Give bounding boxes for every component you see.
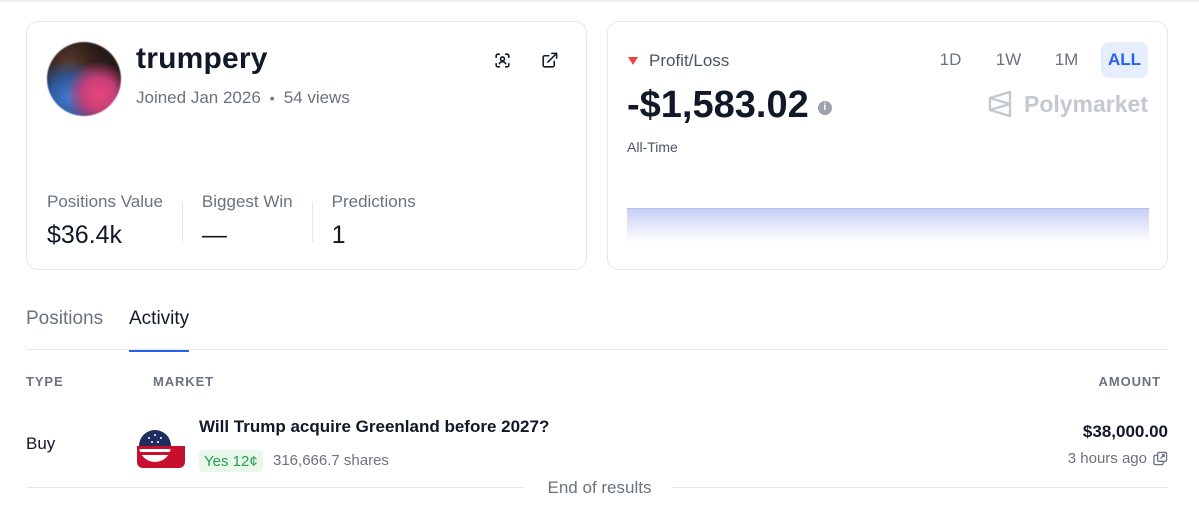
share-count: 316,666.7 shares: [273, 452, 389, 469]
pnl-header: Profit/Loss: [628, 51, 729, 71]
pnl-label: Profit/Loss: [649, 51, 730, 70]
stat-divider: [181, 202, 183, 242]
activity-time: 3 hours ago: [1068, 450, 1168, 467]
range-1m[interactable]: 1M: [1043, 42, 1090, 78]
stat-label: Biggest Win: [201, 192, 293, 211]
username: trumpery: [136, 42, 268, 75]
outcome-badge: Yes 12¢: [199, 450, 263, 472]
column-header-amount: AMOUNT: [1098, 374, 1161, 389]
pnl-amount: -$1,583.02: [627, 84, 809, 126]
pnl-chart-area: [627, 208, 1149, 242]
stat-value: $36.4k: [47, 221, 123, 249]
polymarket-logo-icon: [988, 90, 1012, 118]
profile-stats: Positions Value $36.4k Biggest Win — Pre…: [47, 192, 416, 250]
avatar[interactable]: [47, 42, 121, 116]
activity-amount: $38,000.00: [1082, 422, 1168, 441]
separator-dot: •: [269, 90, 275, 106]
tab-activity-label: Activity: [129, 308, 190, 329]
range-all[interactable]: ALL: [1101, 42, 1148, 78]
stat-label: Positions Value: [47, 192, 163, 211]
info-icon[interactable]: i: [817, 100, 832, 115]
activity-time-label: 3 hours ago: [1067, 450, 1147, 467]
stat-predictions: Predictions 1: [332, 192, 416, 250]
loss-triangle-icon: [628, 57, 638, 65]
scan-icon[interactable]: [490, 48, 514, 72]
column-header-market: MARKET: [153, 374, 215, 389]
stat-divider: [311, 202, 313, 242]
end-of-results: End of results: [0, 478, 1199, 498]
external-link-icon[interactable]: [537, 48, 561, 72]
profile-card: trumpery Joined Jan 2026 • 54 views Posi…: [26, 21, 587, 270]
joined-date: Joined Jan 2026: [136, 88, 261, 107]
pnl-period: All-Time: [627, 139, 678, 155]
polymarket-logo: Polymarket: [987, 90, 1148, 118]
column-header-type: TYPE: [26, 374, 64, 389]
view-count: 54 views: [283, 88, 350, 107]
tab-activity[interactable]: Activity: [129, 308, 190, 352]
stat-value: 1: [331, 221, 346, 249]
activity-type: Buy: [26, 434, 56, 453]
end-of-results-label: End of results: [530, 478, 669, 497]
stat-value: —: [201, 221, 227, 249]
tab-positions[interactable]: Positions: [26, 308, 103, 350]
profit-loss-card: Profit/Loss 1D 1W 1M ALL -$1,583.02 i Al…: [607, 21, 1168, 270]
pnl-value: -$1,583.02 i: [627, 84, 832, 127]
tab-bar: Positions Activity: [26, 308, 1168, 352]
market-thumbnail: [137, 424, 185, 468]
profile-meta: Joined Jan 2026 • 54 views: [136, 88, 350, 108]
stat-biggest-win: Biggest Win —: [202, 192, 293, 250]
greenland-market-image[interactable]: [137, 424, 185, 468]
stat-positions-value: Positions Value $36.4k: [47, 192, 163, 250]
range-selector: 1D 1W 1M ALL: [916, 42, 1148, 78]
range-1w[interactable]: 1W: [985, 42, 1032, 78]
stat-label: Predictions: [331, 192, 416, 211]
open-transaction-icon[interactable]: [1153, 451, 1168, 466]
brand-name: Polymarket: [1023, 90, 1148, 117]
active-tab-indicator: [129, 350, 190, 352]
top-divider: [0, 0, 1199, 2]
market-title[interactable]: Will Trump acquire Greenland before 2027…: [199, 417, 549, 437]
range-1d[interactable]: 1D: [927, 42, 974, 78]
